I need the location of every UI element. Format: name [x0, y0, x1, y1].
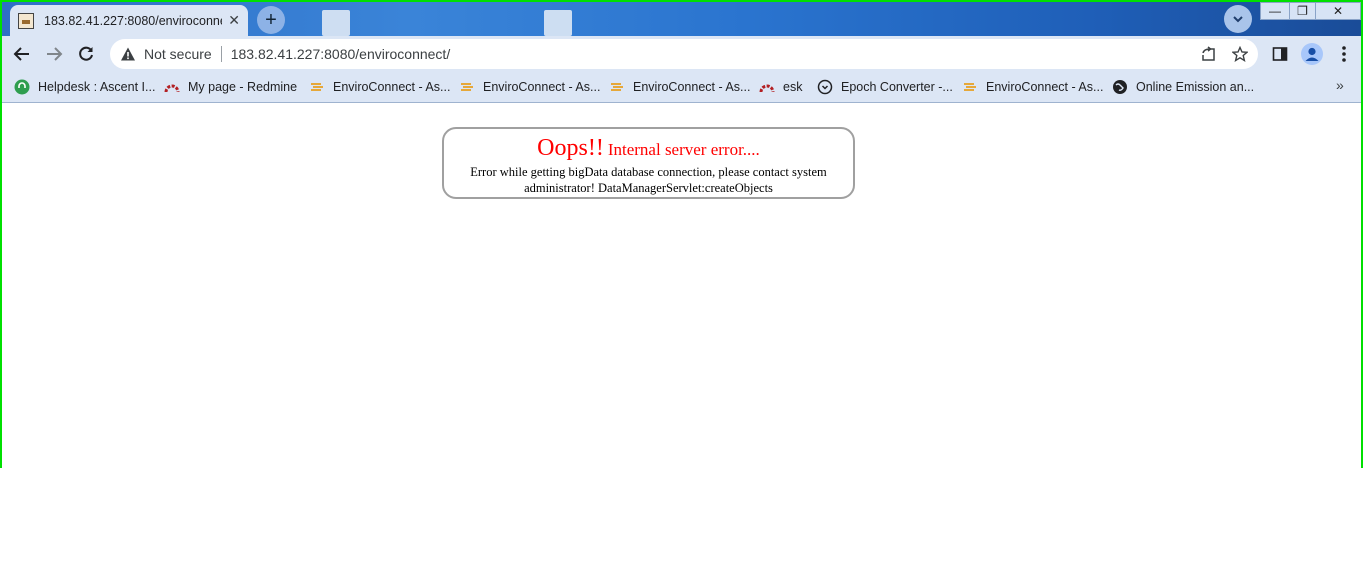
desktop-pdf-icon: [322, 10, 350, 36]
bookmark-enviroconnect-2[interactable]: EnviroConnect - As...: [459, 78, 600, 96]
browser-toolbar: Not secure 183.82.41.227:8080/enviroconn…: [2, 36, 1361, 72]
tab-enviroconnect[interactable]: 183.82.41.227:8080/enviroconnect/ ✕: [10, 5, 248, 36]
arrow-left-icon: [13, 47, 29, 61]
enviroconnect-icon: [311, 83, 323, 91]
person-icon: [1305, 47, 1319, 61]
restore-button[interactable]: ❐: [1289, 2, 1316, 20]
reload-icon: [79, 46, 93, 61]
redmine-icon: [164, 84, 180, 93]
tab-search-button[interactable]: [1224, 5, 1252, 33]
error-title: Internal server error....: [607, 140, 760, 159]
bookmark-enviroconnect-4[interactable]: EnviroConnect - As...: [962, 78, 1103, 96]
browser-window: 183.82.41.227:8080/enviroconnect/ ✕ + — …: [0, 0, 1363, 468]
clock-icon: [817, 79, 833, 95]
side-panel-button[interactable]: [1270, 44, 1290, 64]
bookmark-label: EnviroConnect - As...: [483, 80, 601, 94]
tab-strip: 183.82.41.227:8080/enviroconnect/ ✕ + — …: [2, 2, 1361, 36]
redmine-icon: [759, 84, 775, 93]
back-button[interactable]: [10, 42, 34, 66]
helpdesk-icon: [14, 79, 30, 95]
new-tab-button[interactable]: +: [257, 6, 285, 34]
menu-button[interactable]: [1334, 44, 1354, 64]
bookmark-label: EnviroConnect - As...: [633, 80, 751, 94]
bookmarks-bar: Helpdesk : Ascent I... My page - Redmine…: [2, 72, 1361, 103]
enviroconnect-icon: [611, 83, 623, 91]
more-vert-icon: [1342, 46, 1346, 62]
bookmarks-overflow-button[interactable]: »: [1336, 77, 1344, 93]
profile-avatar[interactable]: [1301, 43, 1323, 65]
arrow-right-icon: [47, 47, 63, 61]
bookmark-enviroconnect-3[interactable]: EnviroConnect - As...: [609, 78, 750, 96]
security-label[interactable]: Not secure: [144, 46, 212, 62]
error-message: Error while getting bigData database con…: [470, 165, 827, 195]
bookmark-label: EnviroConnect - As...: [333, 80, 451, 94]
window-close-button[interactable]: ✕: [1315, 2, 1361, 20]
bookmark-label: My page - Redmine: [188, 80, 298, 94]
share-icon[interactable]: [1200, 46, 1216, 62]
bookmark-redmine[interactable]: My page - Redmine: [164, 78, 297, 96]
warning-icon[interactable]: [120, 46, 136, 62]
bookmark-esk[interactable]: esk: [759, 78, 802, 96]
bookmark-label: Epoch Converter -...: [841, 80, 953, 94]
tab-title: 183.82.41.227:8080/enviroconnect/: [44, 13, 222, 28]
url-text[interactable]: 183.82.41.227:8080/enviroconnect/: [231, 46, 451, 62]
bookmark-label: EnviroConnect - As...: [986, 80, 1104, 94]
bookmark-epoch-converter[interactable]: Epoch Converter -...: [817, 78, 953, 96]
star-icon[interactable]: [1232, 46, 1248, 62]
bookmark-label: esk: [783, 80, 803, 94]
bookmark-enviroconnect-1[interactable]: EnviroConnect - As...: [309, 78, 450, 96]
error-oops: Oops!!: [537, 135, 604, 161]
bookmark-label: Helpdesk : Ascent I...: [38, 80, 156, 94]
enviroconnect-icon: [964, 83, 976, 91]
error-box: Oops!! Internal server error.... Error w…: [442, 127, 855, 199]
bookmark-helpdesk[interactable]: Helpdesk : Ascent I...: [14, 78, 155, 96]
side-panel-icon: [1272, 47, 1288, 61]
address-bar[interactable]: Not secure 183.82.41.227:8080/enviroconn…: [110, 39, 1258, 69]
reload-button[interactable]: [74, 42, 98, 66]
tab-close-icon[interactable]: ✕: [228, 12, 240, 29]
globe-icon: [1113, 80, 1127, 94]
forward-button[interactable]: [42, 42, 66, 66]
page-content: Oops!! Internal server error.... Error w…: [2, 103, 1361, 468]
favicon-icon: [18, 12, 34, 29]
enviroconnect-icon: [461, 83, 473, 91]
bookmark-online-emission[interactable]: Online Emission an...: [1112, 78, 1254, 96]
omnibox-divider: [220, 46, 222, 62]
desktop-file-icon: [544, 10, 572, 36]
error-heading: Oops!! Internal server error....: [444, 135, 853, 164]
minimize-button[interactable]: —: [1260, 2, 1290, 20]
bookmark-label: Online Emission an...: [1136, 80, 1255, 94]
chevron-down-icon: [1233, 16, 1243, 23]
